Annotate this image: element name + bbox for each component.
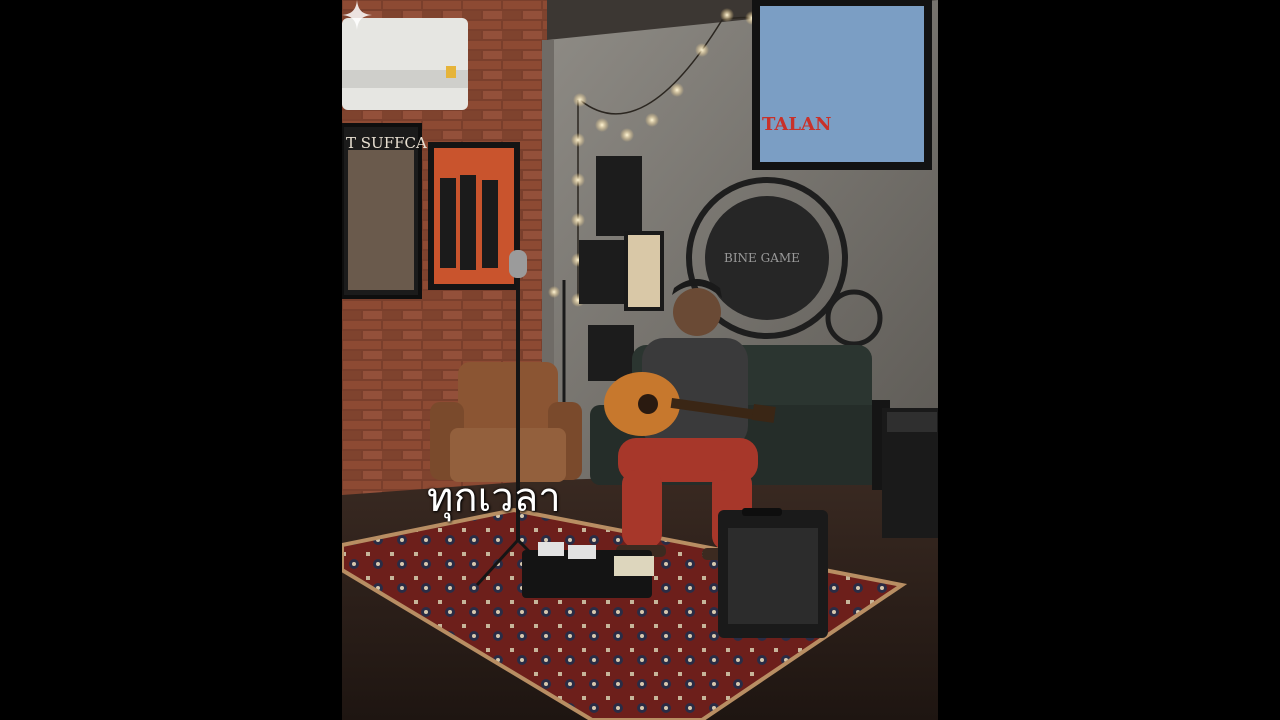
air-conditioner [342,18,468,110]
room-scene: T SUFFCA TALAN BINE GAME [342,0,938,720]
amplifier [718,508,828,638]
caption-text: ทุกเวลา [427,475,561,521]
acoustic-panel [579,240,625,304]
sparkle-icon [342,0,372,30]
acoustic-panel [596,156,642,236]
poster-top-right: TALAN [752,0,932,170]
poster-red-band [428,142,520,290]
poster-left-band: T SUFFCA [342,123,427,299]
svg-text:BINE GAME: BINE GAME [724,251,800,265]
acoustic-panel [588,325,634,381]
svg-text:TALAN: TALAN [762,114,831,135]
svg-text:T SUFFCA: T SUFFCA [346,134,427,152]
video-frame[interactable]: T SUFFCA TALAN BINE GAME ทุกเวลา [342,0,938,720]
letterbox-left [0,0,342,720]
letterbox-right [938,0,1280,720]
pedal-board [522,542,654,598]
poster-small [624,231,664,311]
